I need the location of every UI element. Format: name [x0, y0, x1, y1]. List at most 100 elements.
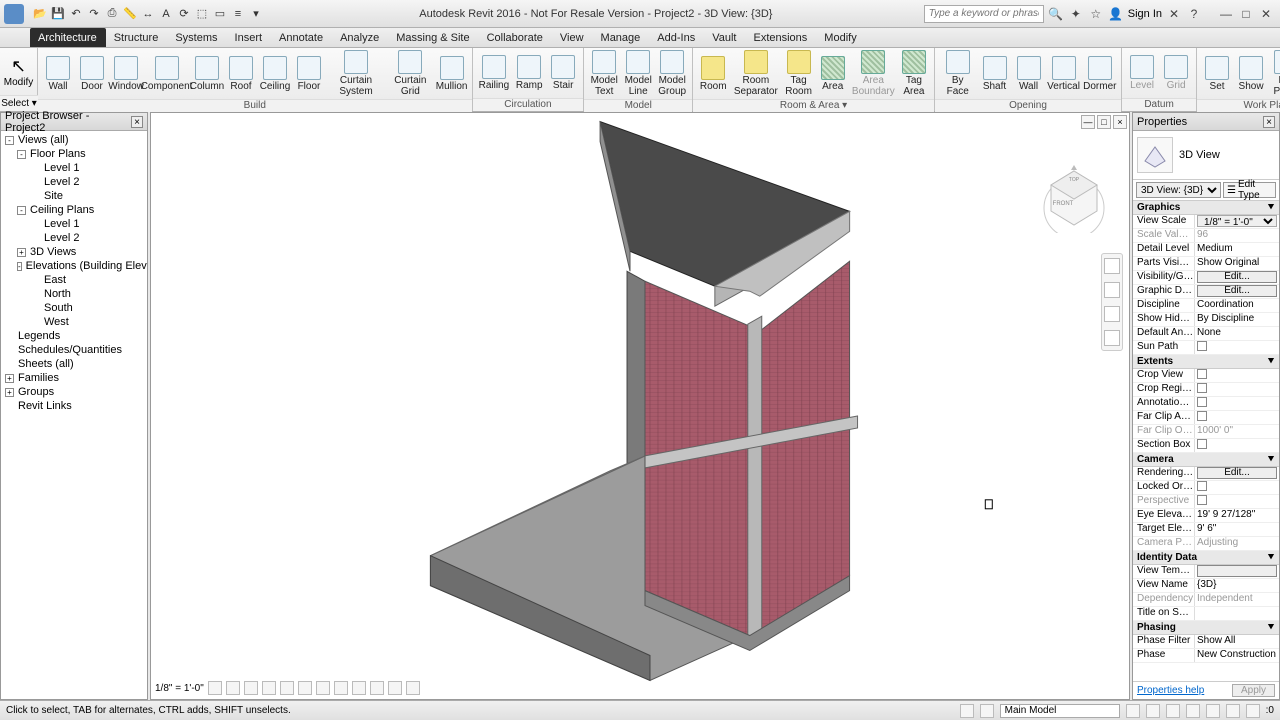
floor-button[interactable]: Floor: [295, 56, 323, 92]
filter-icon[interactable]: [1246, 704, 1260, 718]
user-icon[interactable]: 👤: [1108, 6, 1124, 22]
thin-lines-icon[interactable]: ≡: [230, 6, 246, 22]
tab-annotate[interactable]: Annotate: [271, 28, 332, 47]
3d-icon[interactable]: ⬚: [194, 6, 210, 22]
tree-item-sheets-all-[interactable]: Sheets (all): [1, 357, 147, 371]
project-browser-header[interactable]: Project Browser - Project2 ×: [1, 113, 147, 131]
properties-help-link[interactable]: Properties help: [1137, 685, 1204, 696]
view-scale-label[interactable]: 1/8" = 1'-0": [155, 683, 204, 694]
tree-item-west[interactable]: West: [1, 315, 147, 329]
measure-icon[interactable]: 📏: [122, 6, 138, 22]
window-button[interactable]: Window: [112, 56, 140, 92]
tree-toggle-icon[interactable]: +: [17, 248, 26, 257]
scale-icon[interactable]: [208, 681, 222, 695]
crop-region-icon[interactable]: [334, 681, 348, 695]
ref-plane-button[interactable]: Ref Plane: [1271, 50, 1280, 97]
railing-button[interactable]: Railing: [479, 55, 510, 91]
prop-category-phasing[interactable]: Phasing⯆: [1133, 621, 1279, 635]
prop-category-extents[interactable]: Extents⯆: [1133, 355, 1279, 369]
wall-button[interactable]: Wall: [1015, 56, 1043, 92]
sync-icon[interactable]: ⟳: [176, 6, 192, 22]
close-views-icon[interactable]: ▾: [248, 6, 264, 22]
tag-room-button[interactable]: Tag Room: [785, 50, 813, 97]
modify-button[interactable]: ↖ Modify: [0, 48, 38, 95]
stair-button[interactable]: Stair: [549, 55, 577, 91]
prop-category-camera[interactable]: Camera⯆: [1133, 453, 1279, 467]
help-search-input[interactable]: [924, 5, 1044, 23]
signin-label[interactable]: Sign In: [1128, 8, 1162, 20]
tree-item-legends[interactable]: Legends: [1, 329, 147, 343]
by-face-button[interactable]: By Face: [941, 50, 975, 97]
tab-add-ins[interactable]: Add-Ins: [649, 28, 704, 47]
instance-selector[interactable]: 3D View: {3D}: [1136, 182, 1221, 198]
tree-item-schedules-quantities[interactable]: Schedules/Quantities: [1, 343, 147, 357]
tab-vault[interactable]: Vault: [704, 28, 745, 47]
tree-toggle-icon[interactable]: +: [5, 388, 14, 397]
prop-category-graphics[interactable]: Graphics⯆: [1133, 201, 1279, 215]
door-button[interactable]: Door: [78, 56, 106, 92]
set-button[interactable]: Set: [1203, 56, 1231, 92]
curtain-grid-button[interactable]: Curtain Grid: [389, 50, 432, 97]
tree-item-3d-views[interactable]: +3D Views: [1, 245, 147, 259]
open-icon[interactable]: 📂: [32, 6, 48, 22]
tree-item-level-2[interactable]: Level 2: [1, 231, 147, 245]
temp-hide-icon[interactable]: [370, 681, 384, 695]
tab-systems[interactable]: Systems: [167, 28, 226, 47]
room-separator-button[interactable]: Room Separator: [733, 50, 778, 97]
model-text-button[interactable]: Model Text: [590, 50, 618, 97]
tree-item-elevations-building-elevation-[interactable]: -Elevations (Building Elevation): [1, 259, 147, 273]
workset-icon[interactable]: [960, 704, 974, 718]
tab-manage[interactable]: Manage: [593, 28, 650, 47]
subscription-icon[interactable]: ✦: [1068, 6, 1084, 22]
tab-insert[interactable]: Insert: [227, 28, 272, 47]
rendering-icon[interactable]: [298, 681, 312, 695]
select-underlay-icon[interactable]: [1166, 704, 1180, 718]
tree-item-site[interactable]: Site: [1, 189, 147, 203]
shaft-button[interactable]: Shaft: [981, 56, 1009, 92]
tab-massing-site[interactable]: Massing & Site: [388, 28, 478, 47]
tree-toggle-icon[interactable]: -: [17, 150, 26, 159]
save-icon[interactable]: 💾: [50, 6, 66, 22]
maximize-icon[interactable]: □: [1238, 6, 1254, 22]
print-icon[interactable]: ⎙: [104, 6, 120, 22]
prop-category-identity-data[interactable]: Identity Data⯆: [1133, 551, 1279, 565]
section-icon[interactable]: ▭: [212, 6, 228, 22]
tab-structure[interactable]: Structure: [106, 28, 168, 47]
wall-button[interactable]: Wall: [44, 56, 72, 92]
vertical-button[interactable]: Vertical: [1049, 56, 1079, 92]
unhide-icon[interactable]: [352, 681, 366, 695]
tree-item-south[interactable]: South: [1, 301, 147, 315]
text-icon[interactable]: A: [158, 6, 174, 22]
show-button[interactable]: Show: [1237, 56, 1265, 92]
select-face-icon[interactable]: [1206, 704, 1220, 718]
component-button[interactable]: Component: [146, 56, 187, 92]
tree-item-level-1[interactable]: Level 1: [1, 217, 147, 231]
minimize-icon[interactable]: —: [1218, 6, 1234, 22]
dimension-icon[interactable]: ↔: [140, 6, 156, 22]
tree-item-revit-links[interactable]: Revit Links: [1, 399, 147, 413]
ceiling-button[interactable]: Ceiling: [261, 56, 289, 92]
column-button[interactable]: Column: [193, 56, 221, 92]
dormer-button[interactable]: Dormer: [1085, 56, 1116, 92]
tree-item-floor-plans[interactable]: -Floor Plans: [1, 147, 147, 161]
redo-icon[interactable]: ↷: [86, 6, 102, 22]
design-options-icon[interactable]: [1126, 704, 1140, 718]
workset-selector[interactable]: [1000, 704, 1120, 718]
project-browser-close-icon[interactable]: ×: [131, 116, 143, 128]
properties-grid[interactable]: Graphics⯆View Scale1/8" = 1'-0"Scale Val…: [1133, 201, 1279, 681]
tree-item-east[interactable]: East: [1, 273, 147, 287]
visual-style-icon[interactable]: [244, 681, 258, 695]
apply-button[interactable]: Apply: [1232, 684, 1275, 697]
ramp-button[interactable]: Ramp: [515, 55, 543, 91]
tab-extensions[interactable]: Extensions: [745, 28, 816, 47]
drag-elements-icon[interactable]: [1226, 704, 1240, 718]
tree-item-north[interactable]: North: [1, 287, 147, 301]
sun-path-icon[interactable]: [262, 681, 276, 695]
detail-level-icon[interactable]: [226, 681, 240, 695]
undo-icon[interactable]: ↶: [68, 6, 84, 22]
app-menu-icon[interactable]: [4, 4, 24, 24]
tree-item-families[interactable]: +Families: [1, 371, 147, 385]
analytical-icon[interactable]: [388, 681, 402, 695]
properties-header[interactable]: Properties ×: [1133, 113, 1279, 131]
tab-view[interactable]: View: [552, 28, 593, 47]
